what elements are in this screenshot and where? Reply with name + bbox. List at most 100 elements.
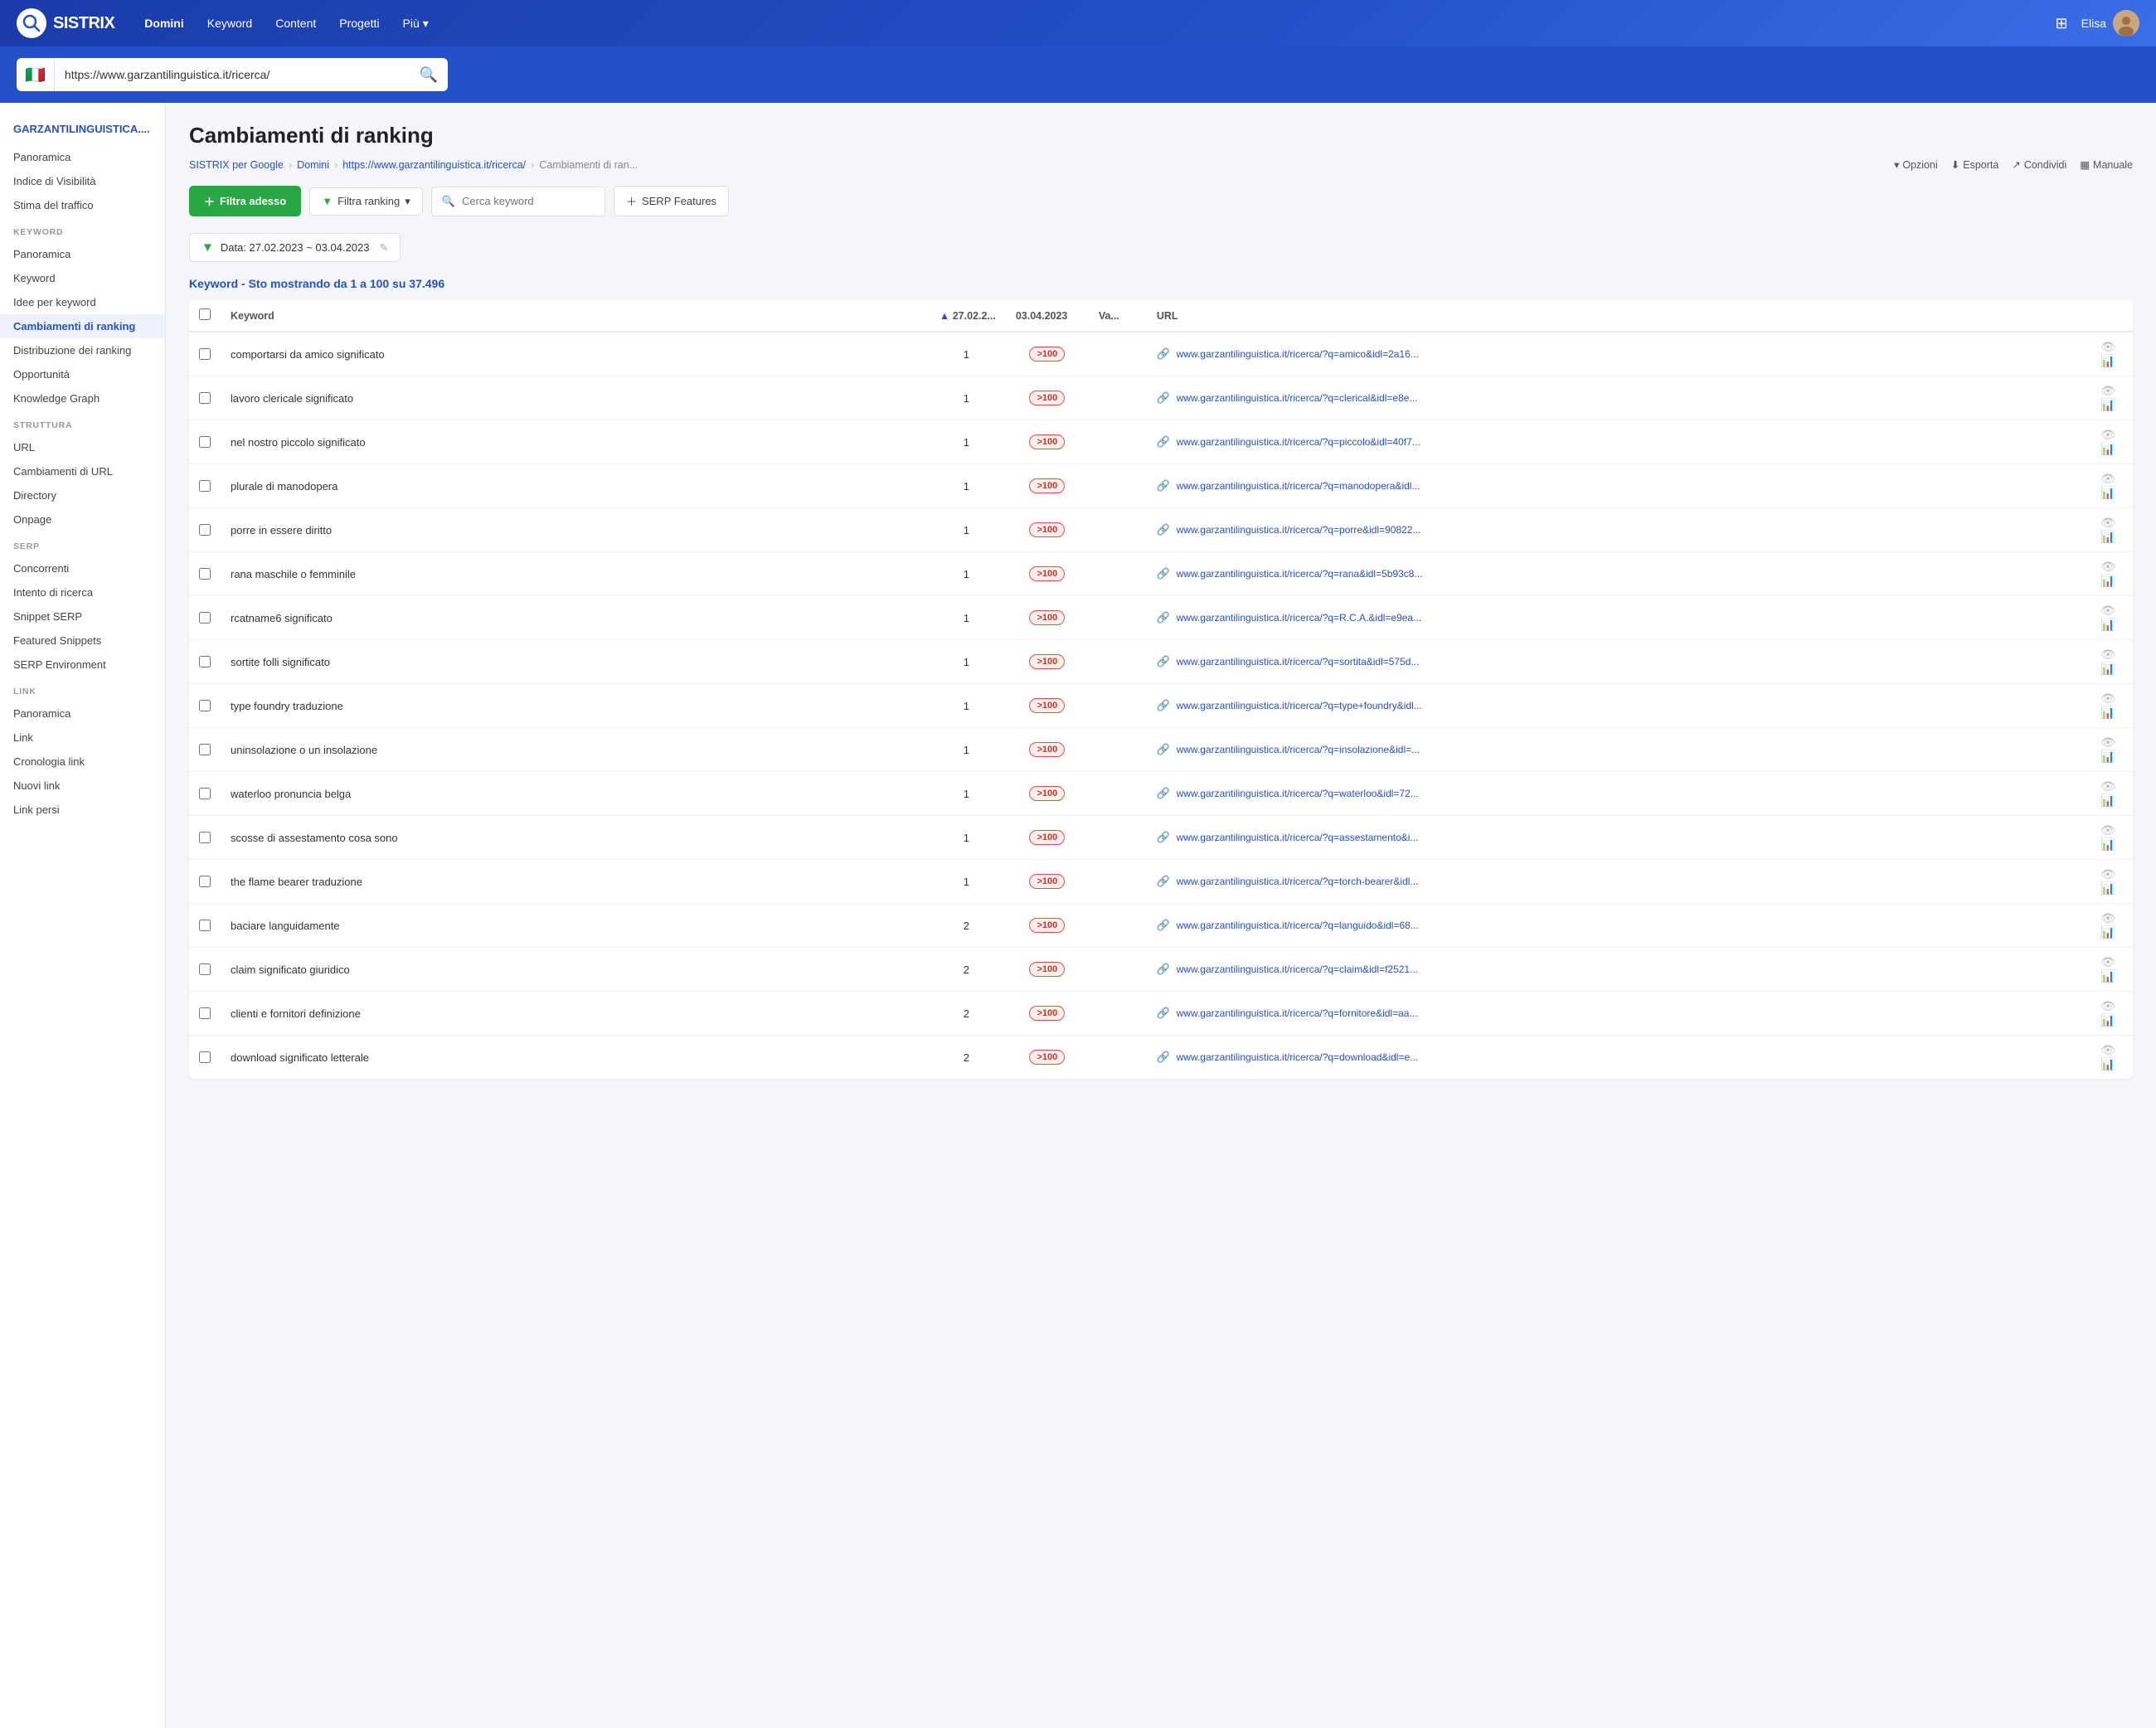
sidebar-item-kw-cambiamenti[interactable]: Cambiamenti di ranking xyxy=(0,314,165,338)
url-link[interactable]: www.garzantilinguistica.it/ricerca/?q=cl… xyxy=(1177,964,1418,975)
chart-icon[interactable]: 📊 xyxy=(2100,662,2115,675)
url-link[interactable]: www.garzantilinguistica.it/ricerca/?q=in… xyxy=(1177,744,1420,755)
row-checkbox[interactable] xyxy=(199,348,211,360)
row-checkbox-cell[interactable] xyxy=(189,992,221,1036)
row-url[interactable]: 🔗 www.garzantilinguistica.it/ricerca/?q=… xyxy=(1147,1036,2083,1080)
chart-icon[interactable]: 📊 xyxy=(2100,969,2115,983)
row-url[interactable]: 🔗 www.garzantilinguistica.it/ricerca/?q=… xyxy=(1147,552,2083,596)
url-link[interactable]: www.garzantilinguistica.it/ricerca/?q=so… xyxy=(1177,656,1420,667)
row-checkbox-cell[interactable] xyxy=(189,508,221,552)
select-all-checkbox[interactable] xyxy=(199,308,211,320)
row-url[interactable]: 🔗 www.garzantilinguistica.it/ricerca/?q=… xyxy=(1147,772,2083,816)
nav-keyword[interactable]: Keyword xyxy=(197,12,262,35)
breadcrumb-url[interactable]: https://www.garzantilinguistica.it/ricer… xyxy=(342,159,526,171)
row-checkbox-cell[interactable] xyxy=(189,552,221,596)
user-menu[interactable]: Elisa xyxy=(2081,10,2139,36)
row-checkbox-cell[interactable] xyxy=(189,904,221,948)
url-link[interactable]: www.garzantilinguistica.it/ricerca/?q=la… xyxy=(1177,920,1419,931)
chart-icon[interactable]: 📊 xyxy=(2100,354,2115,367)
chart-icon[interactable]: 📊 xyxy=(2100,618,2115,631)
chart-icon[interactable]: 📊 xyxy=(2100,750,2115,763)
row-checkbox-cell[interactable] xyxy=(189,332,221,376)
share-button[interactable]: ↗ Condividi xyxy=(2012,158,2066,171)
row-checkbox[interactable] xyxy=(199,920,211,931)
row-checkbox[interactable] xyxy=(199,480,211,492)
row-checkbox-cell[interactable] xyxy=(189,464,221,508)
eye-icon[interactable]: 👁 xyxy=(2100,823,2115,837)
nav-progetti[interactable]: Progetti xyxy=(329,12,389,35)
sidebar-item-concorrenti[interactable]: Concorrenti xyxy=(0,556,165,580)
row-checkbox-cell[interactable] xyxy=(189,772,221,816)
row-url[interactable]: 🔗 www.garzantilinguistica.it/ricerca/?q=… xyxy=(1147,728,2083,772)
sidebar-item-onpage[interactable]: Onpage xyxy=(0,507,165,532)
row-url[interactable]: 🔗 www.garzantilinguistica.it/ricerca/?q=… xyxy=(1147,508,2083,552)
sidebar-item-cronologia[interactable]: Cronologia link xyxy=(0,750,165,774)
url-link[interactable]: www.garzantilinguistica.it/ricerca/?q=R.… xyxy=(1177,612,1421,624)
grid-icon[interactable]: ⊞ xyxy=(2056,15,2068,32)
chart-icon[interactable]: 📊 xyxy=(2100,442,2115,455)
eye-icon[interactable]: 👁 xyxy=(2100,428,2115,441)
eye-icon[interactable]: 👁 xyxy=(2100,955,2115,968)
row-url[interactable]: 🔗 www.garzantilinguistica.it/ricerca/?q=… xyxy=(1147,464,2083,508)
url-link[interactable]: www.garzantilinguistica.it/ricerca/?q=am… xyxy=(1177,348,1419,360)
url-link[interactable]: www.garzantilinguistica.it/ricerca/?q=fo… xyxy=(1177,1007,1418,1019)
chart-icon[interactable]: 📊 xyxy=(2100,794,2115,807)
sidebar-item-kw-knowledge[interactable]: Knowledge Graph xyxy=(0,386,165,410)
sidebar-item-directory[interactable]: Directory xyxy=(0,483,165,507)
row-checkbox[interactable] xyxy=(199,744,211,755)
breadcrumb-domini[interactable]: Domini xyxy=(297,159,329,171)
row-url[interactable]: 🔗 www.garzantilinguistica.it/ricerca/?q=… xyxy=(1147,860,2083,904)
eye-icon[interactable]: 👁 xyxy=(2100,340,2115,353)
eye-icon[interactable]: 👁 xyxy=(2100,560,2115,573)
chart-icon[interactable]: 📊 xyxy=(2100,1013,2115,1027)
row-checkbox[interactable] xyxy=(199,392,211,404)
url-link[interactable]: www.garzantilinguistica.it/ricerca/?q=ma… xyxy=(1177,480,1420,492)
row-checkbox[interactable] xyxy=(199,436,211,448)
sidebar-item-nuovi-link[interactable]: Nuovi link xyxy=(0,774,165,798)
serp-features-button[interactable]: ＋ SERP Features xyxy=(614,186,729,216)
eye-icon[interactable]: 👁 xyxy=(2100,472,2115,485)
row-url[interactable]: 🔗 www.garzantilinguistica.it/ricerca/?q=… xyxy=(1147,640,2083,684)
row-checkbox-cell[interactable] xyxy=(189,640,221,684)
chart-icon[interactable]: 📊 xyxy=(2100,574,2115,587)
row-checkbox[interactable] xyxy=(199,568,211,580)
row-checkbox-cell[interactable] xyxy=(189,420,221,464)
eye-icon[interactable]: 👁 xyxy=(2100,692,2115,705)
manual-button[interactable]: ▦ Manuale xyxy=(2080,158,2133,171)
eye-icon[interactable]: 👁 xyxy=(2100,867,2115,881)
options-button[interactable]: ▾ Opzioni xyxy=(1894,158,1938,171)
eye-icon[interactable]: 👁 xyxy=(2100,648,2115,661)
row-checkbox[interactable] xyxy=(199,700,211,711)
sidebar-item-featured[interactable]: Featured Snippets xyxy=(0,629,165,653)
eye-icon[interactable]: 👁 xyxy=(2100,779,2115,793)
sidebar-item-intento[interactable]: Intento di ricerca xyxy=(0,580,165,604)
chart-icon[interactable]: 📊 xyxy=(2100,1057,2115,1070)
url-link[interactable]: www.garzantilinguistica.it/ricerca/?q=ra… xyxy=(1177,568,1423,580)
row-url[interactable]: 🔗 www.garzantilinguistica.it/ricerca/?q=… xyxy=(1147,332,2083,376)
sidebar-item-snippet[interactable]: Snippet SERP xyxy=(0,604,165,629)
url-link[interactable]: www.garzantilinguistica.it/ricerca/?q=ty… xyxy=(1177,700,1422,711)
sidebar-domain[interactable]: GARZANTILINGUISTICA.... xyxy=(0,116,165,145)
breadcrumb-sistrix[interactable]: SISTRIX per Google xyxy=(189,159,284,171)
url-link[interactable]: www.garzantilinguistica.it/ricerca/?q=pi… xyxy=(1177,436,1420,448)
row-checkbox-cell[interactable] xyxy=(189,948,221,992)
eye-icon[interactable]: 👁 xyxy=(2100,735,2115,749)
sidebar-item-kw-panoramica[interactable]: Panoramica xyxy=(0,242,165,266)
chart-icon[interactable]: 📊 xyxy=(2100,530,2115,543)
row-checkbox[interactable] xyxy=(199,612,211,624)
eye-icon[interactable]: 👁 xyxy=(2100,911,2115,925)
eye-icon[interactable]: 👁 xyxy=(2100,516,2115,529)
sidebar-item-kw-distribuzione[interactable]: Distribuzione dei ranking xyxy=(0,338,165,362)
row-checkbox[interactable] xyxy=(199,832,211,843)
search-keyword-input[interactable] xyxy=(462,195,595,207)
sidebar-item-serp-env[interactable]: SERP Environment xyxy=(0,653,165,677)
row-checkbox[interactable] xyxy=(199,788,211,799)
url-link[interactable]: www.garzantilinguistica.it/ricerca/?q=do… xyxy=(1177,1051,1419,1063)
row-checkbox-cell[interactable] xyxy=(189,596,221,640)
url-link[interactable]: www.garzantilinguistica.it/ricerca/?q=as… xyxy=(1177,832,1419,843)
row-url[interactable]: 🔗 www.garzantilinguistica.it/ricerca/?q=… xyxy=(1147,816,2083,860)
row-checkbox[interactable] xyxy=(199,876,211,887)
row-checkbox-cell[interactable] xyxy=(189,860,221,904)
chart-icon[interactable]: 📊 xyxy=(2100,486,2115,499)
row-checkbox[interactable] xyxy=(199,1007,211,1019)
